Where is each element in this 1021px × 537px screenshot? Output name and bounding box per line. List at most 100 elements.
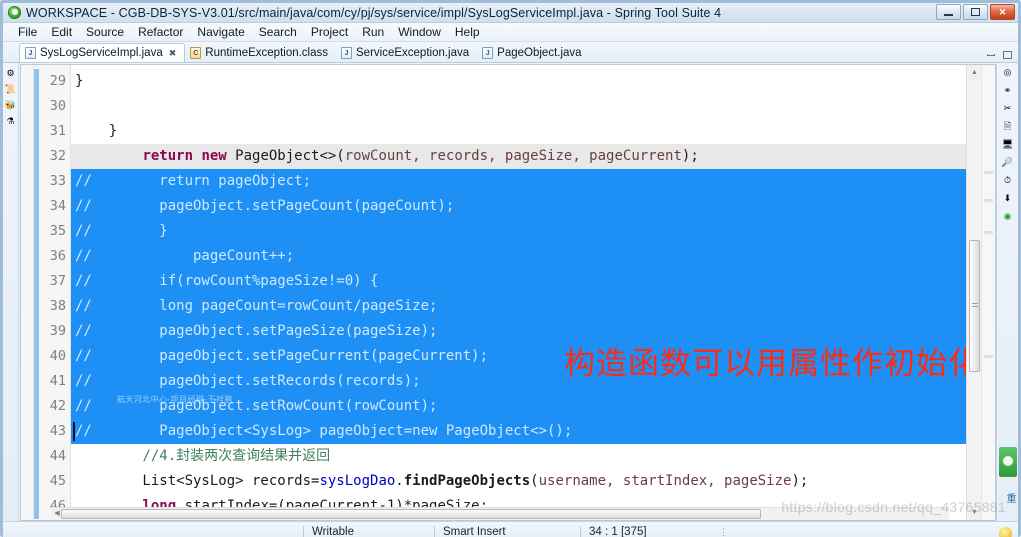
- code-text-area[interactable]: } } return new PageObject<>(rowCount, re…: [71, 65, 966, 520]
- change-marker: [34, 69, 39, 519]
- menu-item-help[interactable]: Help: [448, 25, 487, 39]
- tab-label: ServiceException.java: [356, 46, 470, 59]
- menu-item-refactor[interactable]: Refactor: [131, 25, 190, 39]
- tab-syslogserviceimpl[interactable]: J SysLogServiceImpl.java ✖: [19, 43, 186, 62]
- code-token: // pageObject.setRowCount(rowCount);: [75, 398, 438, 414]
- main-window: WORKSPACE - CGB-DB-SYS-V3.01/src/main/ja…: [0, 0, 1021, 537]
- run-green-icon[interactable]: ◉: [1001, 210, 1014, 223]
- line-number: 36: [49, 248, 66, 264]
- console-icon[interactable]: 🖥: [1001, 138, 1014, 151]
- code-line[interactable]: // pageObject.setRowCount(rowCount);: [71, 394, 966, 419]
- menu-item-source[interactable]: Source: [79, 25, 131, 39]
- spring-leaf-icon: [8, 6, 21, 19]
- menu-item-navigate[interactable]: Navigate: [190, 25, 251, 39]
- gear-icon[interactable]: ⚙: [4, 67, 17, 80]
- editor-tab-bar: J SysLogServiceImpl.java ✖ C RuntimeExce…: [3, 42, 1018, 63]
- java-file-icon: J: [482, 46, 494, 59]
- line-number: 30: [49, 98, 66, 114]
- code-token: // pageObject.setPageCurrent(pageCurrent…: [75, 348, 489, 364]
- code-line[interactable]: }: [71, 119, 966, 144]
- line-number: 39: [49, 323, 66, 339]
- code-line[interactable]: // long pageCount=rowCount/pageSize;: [71, 294, 966, 319]
- window-controls: ✕: [936, 4, 1015, 20]
- download-icon[interactable]: ⬇: [1001, 192, 1014, 205]
- code-line[interactable]: // return pageObject;: [71, 169, 966, 194]
- bulb-package-icon[interactable]: 📜: [4, 83, 17, 96]
- flask-icon[interactable]: ⚗: [4, 115, 17, 128]
- code-token: username, startIndex, pageSize: [538, 473, 792, 489]
- code-editor[interactable]: 2930313233343536373839404142434445464748…: [20, 64, 996, 521]
- class-file-icon: C: [190, 46, 202, 59]
- menu-item-window[interactable]: Window: [391, 25, 448, 39]
- tab-runtimeexception[interactable]: C RuntimeException.class: [185, 43, 336, 62]
- tab-label: SysLogServiceImpl.java: [40, 47, 163, 59]
- code-line[interactable]: return new PageObject<>(rowCount, record…: [71, 144, 966, 169]
- editor-marker-gutter[interactable]: [21, 65, 34, 520]
- code-line[interactable]: }: [71, 69, 966, 94]
- code-token: );: [791, 473, 809, 489]
- java-file-icon: J: [25, 47, 36, 59]
- debug-icon[interactable]: 🔎: [1001, 156, 1014, 169]
- code-token: findPageObjects: [403, 473, 531, 489]
- code-token: // pageObject.setRecords(records);: [75, 373, 421, 389]
- close-icon[interactable]: ✖: [169, 48, 177, 59]
- code-token: // long pageCount=rowCount/pageSize;: [75, 298, 438, 314]
- code-line[interactable]: //4.封装两次查询结果并返回: [71, 444, 966, 469]
- code-line[interactable]: // pageCount++;: [71, 244, 966, 269]
- code-line[interactable]: // PageObject<SysLog> pageObject=new Pag…: [71, 419, 966, 444]
- code-line[interactable]: // pageObject.setPageSize(pageSize);: [71, 319, 966, 344]
- line-number: 38: [49, 298, 66, 314]
- workbench-body: ⚙ 📜 🐝 ⚗ 29 30 31 32 33 34 35 36 37 38 39 40 41 42 43 44…: [3, 63, 1018, 521]
- close-button[interactable]: ✕: [990, 4, 1015, 20]
- status-grip: ⋮: [719, 526, 729, 537]
- line-number: 37: [49, 273, 66, 289]
- scissors-icon[interactable]: ✂: [1001, 102, 1014, 115]
- code-line[interactable]: // if(rowCount%pageSize!=0) {: [71, 269, 966, 294]
- broadcast-icon[interactable]: ◎: [1001, 66, 1014, 79]
- overview-ruler[interactable]: [981, 65, 995, 520]
- menu-item-file[interactable]: File: [11, 25, 44, 39]
- wechat-sidebar-tab[interactable]: [999, 447, 1017, 477]
- status-cursor-position: 34 : 1 [375]: [589, 526, 647, 537]
- code-line[interactable]: // pageObject.setRecords(records);: [71, 369, 966, 394]
- tab-serviceexception[interactable]: J ServiceException.java: [336, 43, 477, 62]
- line-number-gutter: 2930313233343536373839404142434445464748: [39, 65, 71, 520]
- tab-pageobject[interactable]: J PageObject.java: [477, 43, 589, 62]
- editor-vertical-scrollbar[interactable]: ▲ ▼: [966, 65, 982, 520]
- code-line[interactable]: [71, 94, 966, 119]
- line-number: 33: [49, 173, 66, 189]
- tip-bulb-icon[interactable]: [999, 527, 1012, 537]
- code-token: //4.封装两次查询结果并返回: [142, 448, 331, 464]
- copy-icon[interactable]: 🗎: [1001, 120, 1014, 133]
- connections-icon[interactable]: ⚭: [1001, 84, 1014, 97]
- line-number: 41: [49, 373, 66, 389]
- text-caret: [73, 422, 75, 441]
- menu-item-project[interactable]: Project: [304, 25, 355, 39]
- code-token: }: [75, 123, 118, 139]
- menu-item-search[interactable]: Search: [252, 25, 304, 39]
- code-line[interactable]: // }: [71, 219, 966, 244]
- window-title: WORKSPACE - CGB-DB-SYS-V3.01/src/main/ja…: [26, 5, 722, 20]
- bug-icon[interactable]: 🐝: [4, 99, 17, 112]
- code-line[interactable]: // pageObject.setPageCount(pageCount);: [71, 194, 966, 219]
- code-line[interactable]: List<SysLog> records=sysLogDao.findPageO…: [71, 469, 966, 494]
- code-line[interactable]: // pageObject.setPageCurrent(pageCurrent…: [71, 344, 966, 369]
- vertical-scroll-thumb[interactable]: [969, 240, 980, 372]
- line-number: 34: [49, 198, 66, 214]
- right-vertical-label: 重: [1004, 493, 1015, 503]
- horizontal-scroll-thumb[interactable]: [61, 509, 761, 519]
- scroll-up-icon[interactable]: ▲: [967, 65, 982, 80]
- tab-label: PageObject.java: [497, 46, 582, 59]
- overview-mark: [984, 171, 993, 174]
- menu-item-run[interactable]: Run: [355, 25, 391, 39]
- history-icon[interactable]: ⏱: [1001, 174, 1014, 187]
- editor-minimize-button[interactable]: [984, 49, 997, 60]
- editor-horizontal-scrollbar[interactable]: ◀: [51, 507, 949, 520]
- menu-item-edit[interactable]: Edit: [44, 25, 79, 39]
- editor-maximize-button[interactable]: [1001, 49, 1014, 60]
- minimize-button[interactable]: [936, 4, 961, 20]
- scroll-down-icon[interactable]: ▼: [967, 505, 982, 520]
- window-title-bar: WORKSPACE - CGB-DB-SYS-V3.01/src/main/ja…: [3, 3, 1018, 23]
- restore-button[interactable]: [963, 4, 988, 20]
